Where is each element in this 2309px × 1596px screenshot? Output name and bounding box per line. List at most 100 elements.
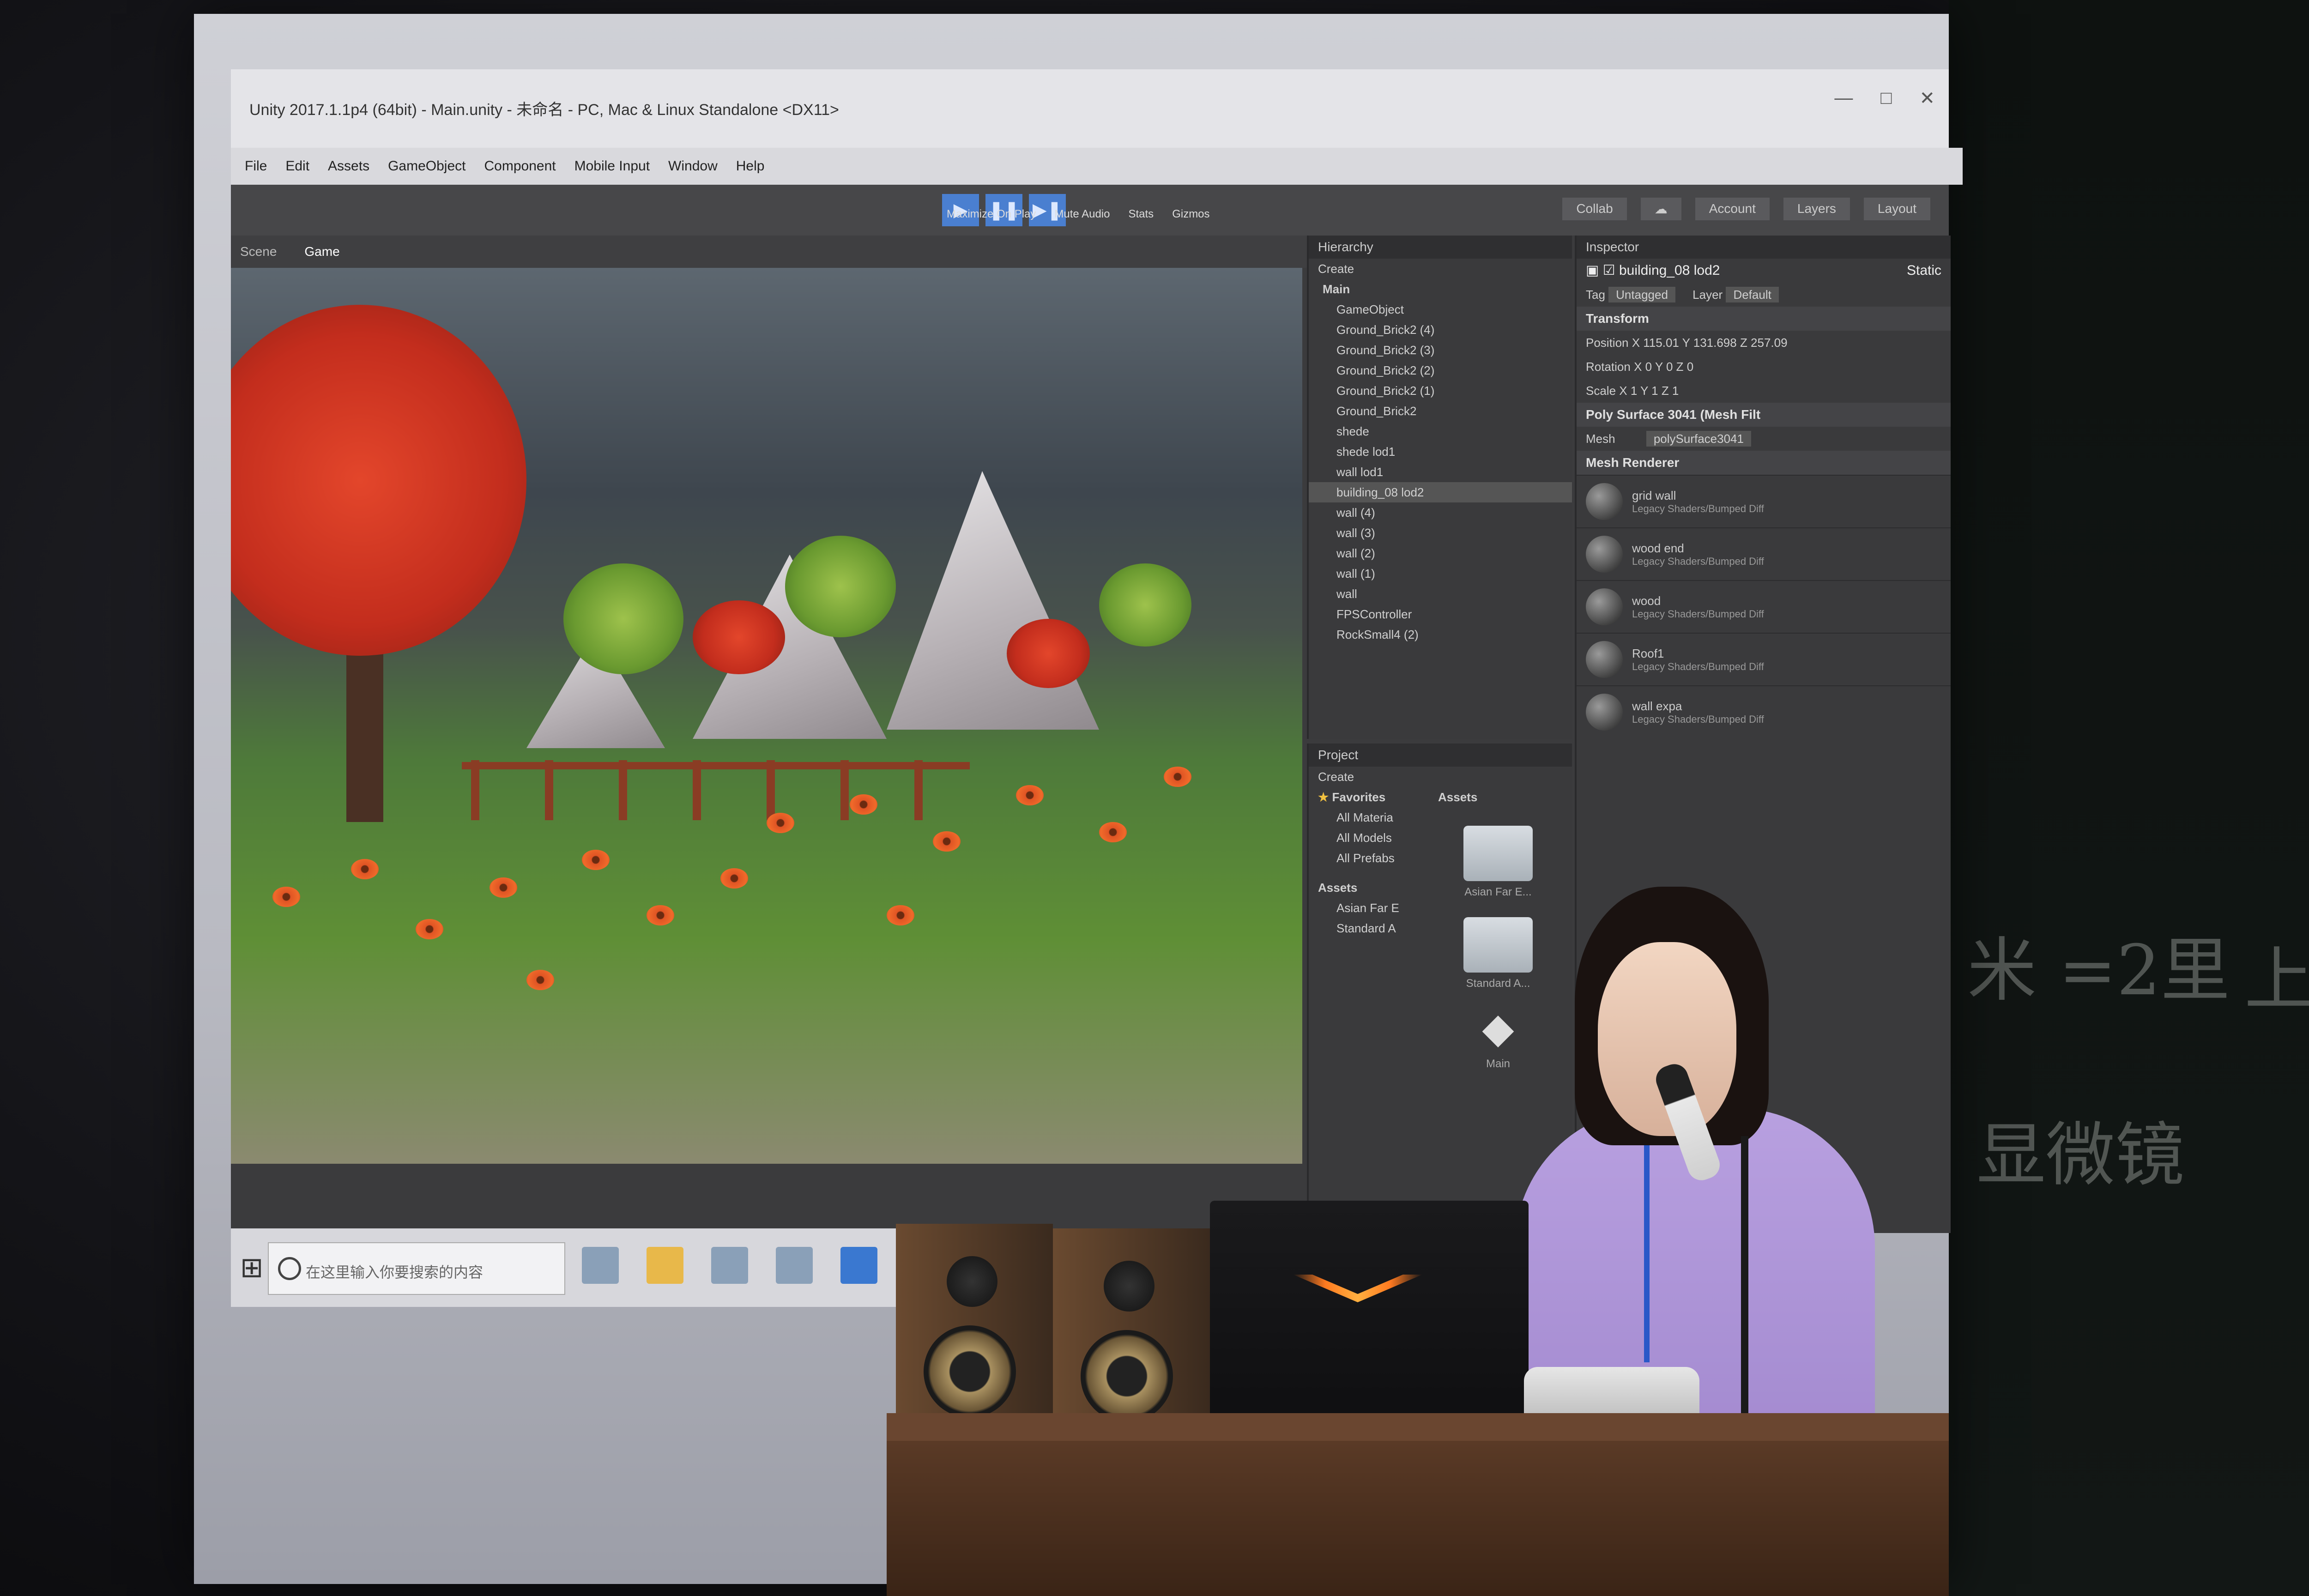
hierarchy-item[interactable]: wall (2) <box>1309 543 1572 563</box>
wooden-bridge <box>462 760 970 820</box>
hierarchy-item[interactable]: wall <box>1309 584 1572 604</box>
folder-icon[interactable] <box>1463 826 1533 881</box>
flower <box>850 794 877 815</box>
tag-dropdown[interactable]: Untagged <box>1608 287 1675 302</box>
minimize-icon[interactable]: — <box>1834 88 1853 109</box>
flower <box>582 850 610 870</box>
position-row[interactable]: Position X 115.01 Y 131.698 Z 257.09 <box>1577 331 1951 355</box>
menu-help[interactable]: Help <box>736 158 765 174</box>
hierarchy-create-button[interactable]: Create <box>1309 259 1572 279</box>
layer-dropdown[interactable]: Default <box>1726 287 1779 302</box>
mesh-renderer-header[interactable]: Mesh Renderer <box>1577 451 1951 475</box>
material-slot[interactable]: wood Legacy Shaders/Bumped Diff <box>1577 580 1951 633</box>
hierarchy-item[interactable]: wall (1) <box>1309 563 1572 584</box>
menu-assets[interactable]: Assets <box>328 158 369 174</box>
edge-icon[interactable] <box>840 1247 877 1284</box>
favorite-item[interactable]: All Models <box>1309 828 1429 848</box>
file-explorer-icon[interactable] <box>647 1247 683 1284</box>
hierarchy-item[interactable]: shede <box>1309 421 1572 441</box>
flower <box>720 868 748 889</box>
material-name: Roof1 <box>1632 646 1664 660</box>
menu-component[interactable]: Component <box>484 158 556 174</box>
menu-window[interactable]: Window <box>668 158 718 174</box>
material-slot[interactable]: wood end Legacy Shaders/Bumped Diff <box>1577 527 1951 580</box>
asset-tree-item[interactable]: Standard A <box>1309 918 1429 938</box>
tab-scene[interactable]: Scene <box>240 244 277 259</box>
wooden-podium <box>887 1441 1949 1596</box>
windows-start-icon[interactable]: ⊞ <box>240 1251 263 1284</box>
hierarchy-item[interactable]: Ground_Brick2 (4) <box>1309 320 1572 340</box>
menu-edit[interactable]: Edit <box>285 158 309 174</box>
tree-green-1 <box>563 563 683 674</box>
folder-icon[interactable] <box>1463 917 1533 973</box>
mute-audio-toggle[interactable]: Mute Audio <box>1054 208 1110 221</box>
window-controls: — □ ✕ <box>1834 88 1935 109</box>
hierarchy-item[interactable]: Ground_Brick2 (1) <box>1309 381 1572 401</box>
hierarchy-item[interactable]: Ground_Brick2 (3) <box>1309 340 1572 360</box>
hierarchy-item-selected[interactable]: building_08 lod2 <box>1309 482 1572 502</box>
material-slot[interactable]: grid wall Legacy Shaders/Bumped Diff <box>1577 475 1951 527</box>
rock-mountain-right <box>887 471 1099 730</box>
material-shader[interactable]: Legacy Shaders/Bumped Diff <box>1632 661 1764 673</box>
layout-dropdown[interactable]: Layout <box>1863 198 1930 220</box>
gizmos-toggle[interactable]: Gizmos <box>1172 208 1209 221</box>
lanyard <box>1644 1145 1650 1362</box>
material-shader[interactable]: Legacy Shaders/Bumped Diff <box>1632 608 1764 620</box>
rotation-row[interactable]: Rotation X 0 Y 0 Z 0 <box>1577 355 1951 379</box>
tab-game[interactable]: Game <box>304 244 339 259</box>
hierarchy-item[interactable]: GameObject <box>1309 299 1572 320</box>
menu-gameobject[interactable]: GameObject <box>388 158 465 174</box>
active-checkbox[interactable]: ☑ <box>1603 263 1615 278</box>
static-toggle[interactable]: Static <box>1907 261 1941 280</box>
unity-scene-icon[interactable]: ◆ <box>1473 1004 1523 1055</box>
material-slot[interactable]: wall expa Legacy Shaders/Bumped Diff <box>1577 685 1951 738</box>
material-shader[interactable]: Legacy Shaders/Bumped Diff <box>1632 556 1764 568</box>
material-preview-icon <box>1586 483 1623 520</box>
hierarchy-item[interactable]: wall lod1 <box>1309 462 1572 482</box>
hierarchy-item[interactable]: RockSmall4 (2) <box>1309 624 1572 645</box>
project-create-button[interactable]: Create <box>1309 767 1572 787</box>
woofer <box>1081 1330 1173 1422</box>
hierarchy-item[interactable]: wall (3) <box>1309 523 1572 543</box>
scale-row[interactable]: Scale X 1 Y 1 Z 1 <box>1577 379 1951 403</box>
tree-green-2 <box>785 536 896 637</box>
menu-file[interactable]: File <box>245 158 267 174</box>
hierarchy-item[interactable]: wall (4) <box>1309 502 1572 523</box>
close-icon[interactable]: ✕ <box>1919 88 1935 109</box>
menu-mobile-input[interactable]: Mobile Input <box>574 158 650 174</box>
object-name-field[interactable]: building_08 lod2 <box>1619 263 1720 278</box>
mesh-field[interactable]: polySurface3041 <box>1646 431 1751 447</box>
assets-tree-root[interactable]: Assets <box>1309 877 1429 898</box>
favorite-item[interactable]: All Materia <box>1309 807 1429 828</box>
collab-dropdown[interactable]: Collab <box>1562 198 1627 220</box>
mesh-filter-header[interactable]: Poly Surface 3041 (Mesh Filt <box>1577 403 1951 427</box>
favorite-item[interactable]: All Prefabs <box>1309 848 1429 868</box>
hierarchy-item[interactable]: Ground_Brick2 (2) <box>1309 360 1572 381</box>
hierarchy-title[interactable]: Hierarchy <box>1309 236 1572 259</box>
hierarchy-item[interactable]: Ground_Brick2 <box>1309 401 1572 421</box>
transform-header[interactable]: Transform <box>1577 307 1951 331</box>
material-shader[interactable]: Legacy Shaders/Bumped Diff <box>1632 503 1764 515</box>
stats-toggle[interactable]: Stats <box>1128 208 1154 221</box>
game-view[interactable] <box>231 268 1302 1164</box>
cloud-icon[interactable]: ☁ <box>1640 198 1681 220</box>
taskbar-search-box[interactable]: 在这里输入你要搜索的内容 <box>268 1242 565 1295</box>
maximize-on-play-toggle[interactable]: Maximize On Play <box>947 208 1036 221</box>
inspector-title[interactable]: Inspector <box>1577 236 1951 259</box>
favorites-header[interactable]: ★ Favorites <box>1309 787 1429 807</box>
asset-tree-item[interactable]: Asian Far E <box>1309 898 1429 918</box>
hierarchy-item[interactable]: shede lod1 <box>1309 441 1572 462</box>
folder-label: Asian Far E... <box>1464 886 1532 898</box>
mail-icon[interactable] <box>776 1247 813 1284</box>
material-slot[interactable]: Roof1 Legacy Shaders/Bumped Diff <box>1577 633 1951 685</box>
account-dropdown[interactable]: Account <box>1695 198 1770 220</box>
hierarchy-scene-root[interactable]: Main <box>1309 279 1572 299</box>
tree-red-small-1 <box>693 600 785 674</box>
hierarchy-item[interactable]: FPSController <box>1309 604 1572 624</box>
material-shader[interactable]: Legacy Shaders/Bumped Diff <box>1632 713 1764 725</box>
store-icon[interactable] <box>711 1247 748 1284</box>
project-title[interactable]: Project <box>1309 744 1572 767</box>
layers-dropdown[interactable]: Layers <box>1783 198 1850 220</box>
task-view-icon[interactable] <box>582 1247 619 1284</box>
maximize-icon[interactable]: □ <box>1880 88 1892 109</box>
